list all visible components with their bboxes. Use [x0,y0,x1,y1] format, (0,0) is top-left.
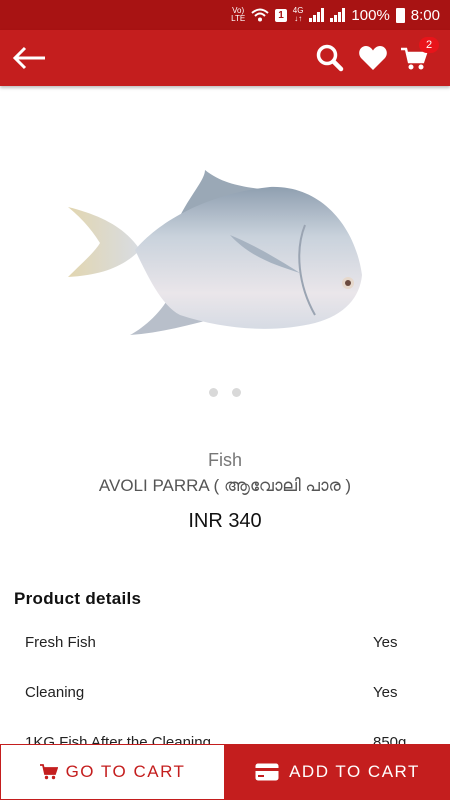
fish-image [68,170,362,335]
carousel-dot[interactable] [209,388,218,397]
heart-icon [359,46,387,70]
go-to-cart-label: GO TO CART [65,762,186,781]
network-type-indicator: 4G ↓↑ [292,6,304,23]
app-bar [0,30,450,86]
detail-label: Cleaning [25,684,85,701]
detail-value: Yes [373,684,398,701]
clock: 8:00 [410,6,440,24]
wishlist-button[interactable] [357,42,389,74]
image-carousel-indicator [0,388,450,397]
detail-row: Cleaning Yes [0,684,450,708]
back-arrow-icon [12,46,45,70]
search-button[interactable] [314,42,346,74]
credit-card-icon [255,763,279,781]
detail-label: Fresh Fish [25,634,96,651]
product-category: Fish [207,450,242,470]
back-button[interactable] [12,42,48,74]
search-icon [316,44,344,72]
sim-badge: 1 [275,8,287,22]
status-bar: Vo) LTE 1 4G ↓↑ 100% 8:00 [0,0,450,30]
product-price: INR 340 [188,510,262,532]
bottom-action-bar: GO TO CART ADD TO CART [0,744,450,800]
product-name: AVOLI PARRA ( ആവോലി പാര ) [98,476,352,495]
detail-row: Fresh Fish Yes [0,634,450,658]
product-details-heading: Product details [14,589,142,608]
signal-strength-icon [330,8,346,22]
add-to-cart-label: ADD TO CART [289,762,420,781]
product-image[interactable] [60,165,380,355]
detail-value: Yes [373,634,398,651]
wifi-icon [251,8,269,22]
signal-strength-icon [309,8,325,22]
cart-icon [39,764,58,780]
volte-indicator: Vo) LTE [231,6,246,23]
battery-percent: 100% [351,6,390,24]
go-to-cart-button[interactable]: GO TO CART [0,744,225,800]
add-to-cart-button[interactable]: ADD TO CART [225,744,450,800]
carousel-dot[interactable] [232,388,241,397]
cart-count-badge: 2 [419,37,439,53]
battery-icon [395,7,405,23]
